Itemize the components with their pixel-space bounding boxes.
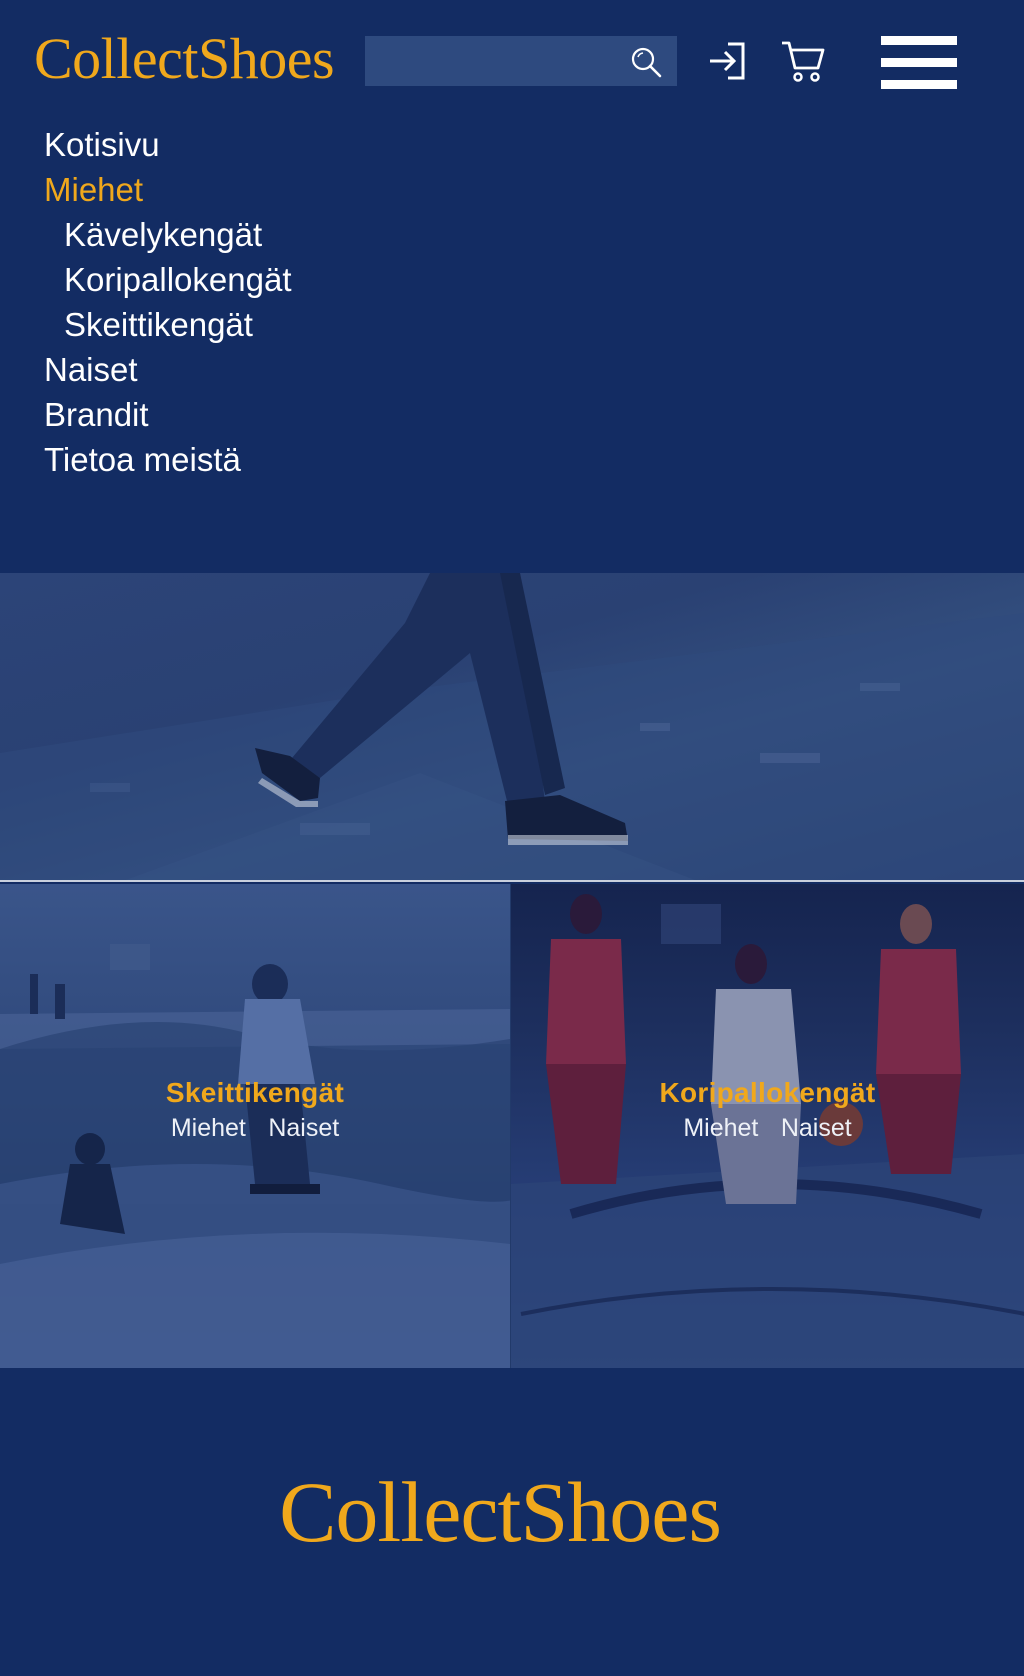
menu-line [881, 58, 957, 67]
site-footer: CollectShoes [0, 1368, 1024, 1676]
hero-banner [0, 573, 1024, 882]
tile-link-miehet[interactable]: Miehet [171, 1114, 246, 1142]
tile-caption: Skeittikengät Miehet Naiset [0, 1076, 510, 1144]
nav-subitem-koripallokengat[interactable]: Koripallokengät [44, 257, 292, 302]
nav-item-brandit[interactable]: Brandit [44, 392, 292, 437]
tile-links: Miehet Naiset [0, 1112, 510, 1144]
nav-item-tietoa-meista[interactable]: Tietoa meistä [44, 437, 292, 482]
hamburger-menu-icon[interactable] [881, 36, 957, 90]
tile-link-naiset[interactable]: Naiset [781, 1114, 852, 1142]
search-input[interactable] [365, 36, 625, 86]
cart-icon[interactable] [780, 38, 826, 84]
hero-walking-image [0, 573, 1024, 880]
menu-line [881, 36, 957, 45]
category-tiles: Skeittikengät Miehet Naiset Koripalloken… [0, 884, 1024, 1368]
menu-line [881, 80, 957, 89]
tile-koripallokengat[interactable]: Koripallokengät Miehet Naiset [510, 884, 1024, 1368]
search-bar [365, 36, 677, 86]
tile-link-naiset[interactable]: Naiset [268, 1114, 339, 1142]
nav-item-miehet[interactable]: Miehet [44, 167, 292, 212]
tile-title[interactable]: Koripallokengät [511, 1076, 1024, 1110]
site-header: CollectShoes [0, 0, 1024, 124]
main-nav: Kotisivu Miehet Kävelykengät Koripalloke… [44, 122, 292, 482]
nav-subitem-kavelykengat[interactable]: Kävelykengät [44, 212, 292, 257]
tile-skeittikengat[interactable]: Skeittikengät Miehet Naiset [0, 884, 510, 1368]
site-logo[interactable]: CollectShoes [34, 24, 335, 94]
search-icon[interactable] [629, 45, 663, 79]
tile-caption: Koripallokengät Miehet Naiset [511, 1076, 1024, 1144]
tile-title[interactable]: Skeittikengät [0, 1076, 510, 1110]
nav-item-naiset[interactable]: Naiset [44, 347, 292, 392]
footer-logo[interactable]: CollectShoes [0, 1462, 1000, 1562]
tile-link-miehet[interactable]: Miehet [683, 1114, 758, 1142]
nav-item-kotisivu[interactable]: Kotisivu [44, 122, 292, 167]
tile-links: Miehet Naiset [511, 1112, 1024, 1144]
login-icon[interactable] [706, 40, 748, 82]
nav-subitem-skeittikengat[interactable]: Skeittikengät [44, 302, 292, 347]
